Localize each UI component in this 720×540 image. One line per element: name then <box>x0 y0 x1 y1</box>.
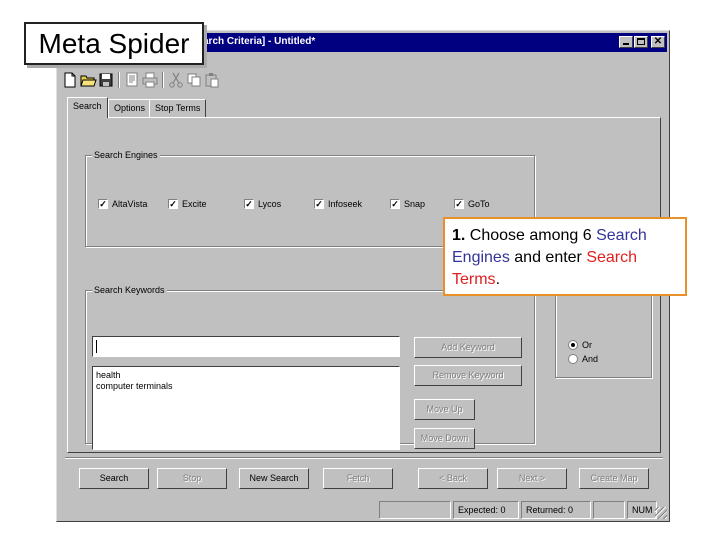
print-preview-icon[interactable] <box>123 71 141 89</box>
close-icon: ✕ <box>653 36 663 47</box>
radio-dot <box>568 339 578 350</box>
list-item[interactable]: computer terminals <box>93 381 399 392</box>
toolbar-separator <box>162 72 164 88</box>
checkbox-box: ✓ <box>98 198 108 209</box>
checkbox-box: ✓ <box>390 198 400 209</box>
resize-grip-icon[interactable] <box>655 507 667 519</box>
engine-label: Infoseek <box>328 198 363 209</box>
callout-text-3: . <box>495 271 501 288</box>
status-bar: Expected: 0 Returned: 0 NUM <box>59 499 667 519</box>
next-button[interactable]: Next > <box>497 468 567 489</box>
engine-label: Excite <box>182 198 207 209</box>
status-blank-2 <box>593 501 625 519</box>
save-icon[interactable] <box>97 71 115 89</box>
create-map-button[interactable]: Create Map <box>579 468 649 489</box>
instruction-callout: 1. Choose among 6 Search Engines and ent… <box>443 217 687 296</box>
print-icon[interactable] <box>141 71 159 89</box>
search-engines-label: Search Engines <box>92 150 160 160</box>
checkbox-box: ✓ <box>454 198 464 209</box>
status-blank <box>379 501 451 519</box>
stop-button[interactable]: Stop <box>157 468 227 489</box>
open-folder-icon[interactable] <box>79 71 97 89</box>
status-expected: Expected: 0 <box>453 501 519 519</box>
tab-search[interactable]: Search <box>67 97 108 118</box>
checkbox-box: ✓ <box>168 198 178 209</box>
keyword-list[interactable]: health computer terminals <box>92 366 400 450</box>
close-button[interactable]: ✕ <box>651 36 665 48</box>
radio-dot <box>568 353 578 364</box>
engine-checkbox-excite[interactable]: ✓ Excite <box>168 198 207 210</box>
new-file-icon[interactable] <box>61 71 79 89</box>
search-button[interactable]: Search <box>79 468 149 489</box>
engine-checkbox-goto[interactable]: ✓ GoTo <box>454 198 490 210</box>
back-button[interactable]: < Back <box>418 468 488 489</box>
move-up-button[interactable]: Move Up <box>414 399 475 420</box>
fetch-button[interactable]: Fetch <box>323 468 393 489</box>
radio-label: Or <box>582 339 592 350</box>
text-caret <box>96 340 97 353</box>
list-item[interactable]: health <box>93 370 399 381</box>
minimize-button[interactable] <box>619 36 633 48</box>
checkbox-box: ✓ <box>244 198 254 209</box>
remove-keyword-button[interactable]: Remove Keyword <box>414 365 522 386</box>
keyword-input[interactable] <box>92 336 400 357</box>
tab-options[interactable]: Options <box>108 99 152 117</box>
radio-label: And <box>582 353 599 364</box>
engine-checkbox-infoseek[interactable]: ✓ Infoseek <box>314 198 362 210</box>
status-num: NUM <box>627 501 657 519</box>
toolbar-separator <box>118 72 120 88</box>
copy-icon[interactable] <box>185 71 203 89</box>
paste-icon[interactable] <box>203 71 221 89</box>
engine-label: Snap <box>404 198 426 209</box>
maximize-button[interactable] <box>634 36 648 48</box>
search-keywords-label: Search Keywords <box>92 285 167 295</box>
engine-label: GoTo <box>468 198 490 209</box>
engine-label: Lycos <box>258 198 282 209</box>
move-down-button[interactable]: Move Down <box>414 428 475 449</box>
window-title: arch Criteria] - Untitled* <box>203 36 316 47</box>
toolbar <box>61 71 241 93</box>
status-returned: Returned: 0 <box>521 501 591 519</box>
callout-text-1: Choose among 6 <box>465 227 597 244</box>
and-radio[interactable]: And <box>568 353 598 364</box>
callout-text-2: and enter <box>509 249 587 266</box>
button-divider <box>65 457 663 459</box>
meta-spider-label: Meta Spider <box>24 22 204 65</box>
minimize-icon <box>623 43 629 45</box>
maximize-icon <box>637 38 645 45</box>
new-search-button[interactable]: New Search <box>239 468 309 489</box>
engine-checkbox-snap[interactable]: ✓ Snap <box>390 198 425 210</box>
logic-group: Or And <box>555 290 652 378</box>
engine-checkbox-lycos[interactable]: ✓ Lycos <box>244 198 281 210</box>
tab-stop-terms[interactable]: Stop Terms <box>149 99 207 117</box>
checkbox-box: ✓ <box>314 198 324 209</box>
add-keyword-button[interactable]: Add Keyword <box>414 337 522 358</box>
engine-label: AltaVista <box>112 198 148 209</box>
engine-checkbox-altavista[interactable]: ✓ AltaVista <box>98 198 147 210</box>
cut-icon[interactable] <box>167 71 185 89</box>
callout-number: 1. <box>452 227 466 244</box>
or-radio[interactable]: Or <box>568 339 592 350</box>
